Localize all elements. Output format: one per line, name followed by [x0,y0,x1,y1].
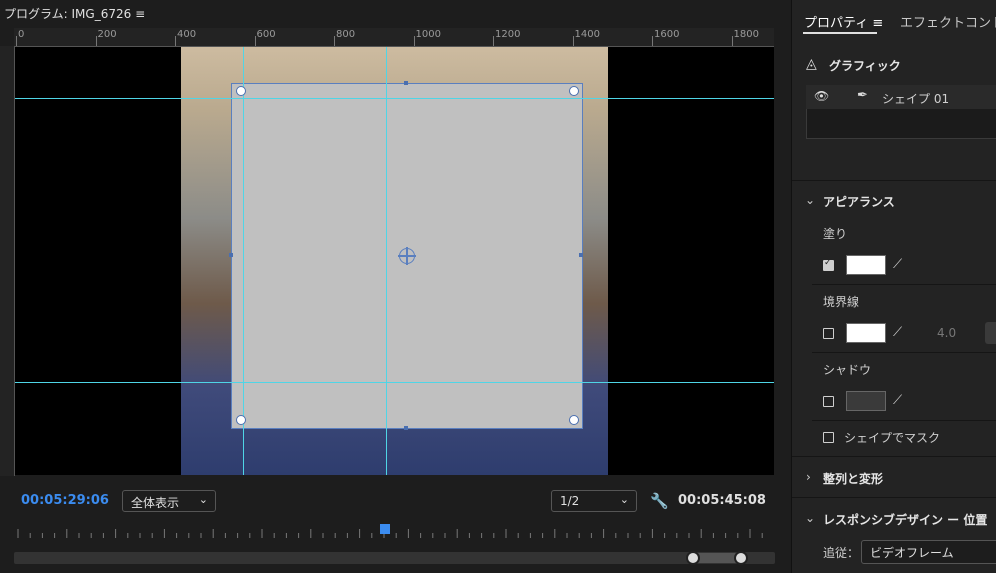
section-divider [792,180,996,181]
ruler-label: 1000 [415,29,441,40]
ruler-tick [413,36,415,46]
chevron-down-icon[interactable]: ⌄ [805,511,815,525]
ruler-label: 400 [177,29,197,40]
stroke-checkbox[interactable] [823,328,834,339]
ruler-tick [16,36,17,46]
scroll-knob-right[interactable] [734,551,748,565]
stroke-width-value[interactable]: 4.0 [937,326,956,340]
chevron-right-icon[interactable]: › [806,470,811,484]
guide-vertical-center[interactable] [386,47,387,475]
ruler-tick [95,36,97,46]
chevron-down-icon[interactable]: ⌄ [805,193,815,207]
corner-handle-bottom-left[interactable] [236,415,246,425]
ruler-label: 1200 [495,29,521,40]
shadow-color-swatch[interactable] [846,391,886,411]
panel-title-text: プログラム: IMG_6726 [4,7,132,21]
current-timecode[interactable]: 00:05:29:06 [21,493,109,508]
section-divider [792,456,996,457]
follow-label: 追従： [823,546,860,560]
stroke-label: 境界線 [823,295,860,309]
align-transform-header[interactable]: 整列と変形 [823,470,883,487]
ruler-tick [652,36,653,46]
tab-properties[interactable]: プロパティ ≡ [804,12,883,31]
edge-handle-bottom[interactable] [404,426,408,430]
chevron-down-icon: ⌄ [619,493,629,506]
stroke-type-button[interactable] [985,322,996,344]
zoom-level-value: 全体表示 [131,496,180,510]
ruler-label: 200 [97,29,117,40]
section-divider [812,284,996,285]
pen-icon: ✒ [857,88,868,103]
edge-handle-top[interactable] [404,81,408,85]
horizontal-ruler: 0 200 400 600 800 1000 1200 1400 1600 1800 [14,28,774,47]
follow-select[interactable]: ビデオフレーム [861,540,996,564]
guide-horizontal-top[interactable] [15,98,774,99]
ruler-label: 600 [256,29,276,40]
ruler-label: 1600 [654,29,680,40]
program-monitor-title[interactable]: プログラム: IMG_6726 ≡ [4,5,145,22]
edge-handle-right[interactable] [579,253,583,257]
ruler-tick [334,36,335,46]
graphic-icon: ◬ [806,56,817,72]
vertical-ruler [0,46,15,476]
ruler-label: 1800 [733,29,759,40]
hamburger-icon[interactable]: ≡ [135,7,145,21]
active-tab-underline [803,32,877,34]
mini-timeline-ruler[interactable] [14,524,774,538]
shadow-label: シャドウ [823,363,872,377]
fill-color-swatch[interactable] [846,255,886,275]
scroll-knob-left[interactable] [686,551,700,565]
fill-checkbox[interactable] [823,258,834,271]
mask-label[interactable]: シェイプでマスク [844,429,940,446]
ruler-tick [493,36,494,46]
corner-handle-top-left[interactable] [236,86,246,96]
zoom-scroll-track[interactable] [14,552,775,564]
ruler-label: 0 [18,29,25,40]
zoom-level-select[interactable]: 全体表示 ⌄ [122,490,216,512]
layer-name[interactable]: シェイプ 01 [882,90,949,107]
shadow-checkbox[interactable] [823,396,834,407]
responsive-design-header[interactable]: レスポンシブデザイン ー 位置 [823,511,987,528]
follow-value: ビデオフレーム [870,546,954,560]
anchor-point-icon[interactable] [398,247,416,265]
playhead[interactable] [380,524,390,534]
section-divider [812,352,996,353]
resolution-value: 1/2 [560,494,580,508]
section-divider [792,497,996,498]
ruler-label: 1400 [574,29,600,40]
playback-resolution-select[interactable]: 1/2 ⌄ [551,490,637,512]
section-divider [812,420,996,421]
eyedropper-icon[interactable]: ⟋ [893,325,902,340]
guide-horizontal-bottom[interactable] [15,382,774,383]
corner-handle-bottom-right[interactable] [569,415,579,425]
guide-vertical-left[interactable] [243,47,244,475]
tab-effect-controls[interactable]: エフェクトコントロール [900,12,996,31]
eyedropper-icon[interactable]: ⟋ [893,393,902,408]
chevron-down-icon: ⌄ [198,493,208,506]
fill-label: 塗り [823,227,848,241]
ruler-tick [254,36,256,46]
appearance-header[interactable]: アピアランス [823,193,895,210]
ruler-tick [731,36,733,46]
ruler-tick [175,36,176,46]
ruler-tick [572,36,574,46]
mask-checkbox[interactable] [823,432,834,443]
corner-handle-top-right[interactable] [569,86,579,96]
stroke-color-swatch[interactable] [846,323,886,343]
duration-timecode: 00:05:45:08 [678,493,766,508]
eyedropper-icon[interactable]: ⟋ [893,257,902,272]
eye-icon[interactable]: 👁 [814,89,829,103]
wrench-icon[interactable]: 🔧 [650,492,669,510]
edge-handle-left[interactable] [229,253,233,257]
graphic-header: グラフィック [829,59,901,73]
ruler-label: 800 [336,29,356,40]
